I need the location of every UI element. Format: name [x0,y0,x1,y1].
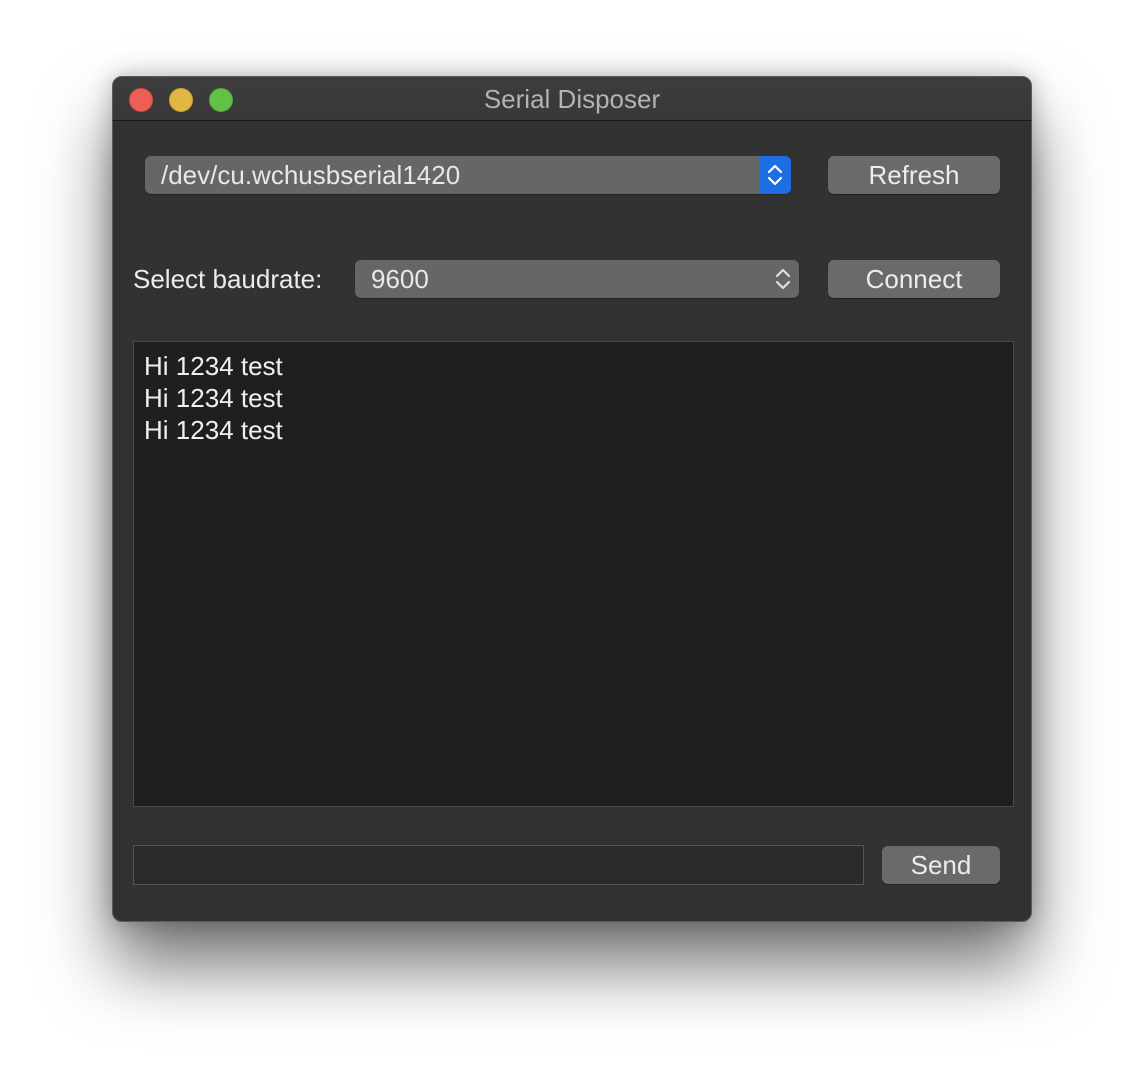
serial-port-select[interactable]: /dev/cu.wchusbserial1420 [145,156,791,194]
refresh-button[interactable]: Refresh [828,156,1000,194]
connect-button[interactable]: Connect [828,260,1000,298]
output-line: Hi 1234 test [144,351,283,381]
output-line: Hi 1234 test [144,383,283,413]
serial-port-value: /dev/cu.wchusbserial1420 [161,160,461,190]
title-bar[interactable]: Serial Disposer [113,77,1031,121]
app-window: Serial Disposer /dev/cu.wchusbserial1420… [112,76,1032,922]
output-line: Hi 1234 test [144,415,283,445]
baudrate-value: 9600 [371,264,429,294]
baudrate-label: Select baudrate: [133,264,323,294]
baudrate-select[interactable]: 9600 [355,260,799,298]
chevron-updown-icon [767,260,799,298]
chevron-updown-icon [759,156,791,194]
send-message-input[interactable] [133,845,864,885]
serial-output-console[interactable]: Hi 1234 test Hi 1234 test Hi 1234 test [133,341,1014,807]
window-title: Serial Disposer [483,84,661,114]
send-button[interactable]: Send [882,846,1000,884]
